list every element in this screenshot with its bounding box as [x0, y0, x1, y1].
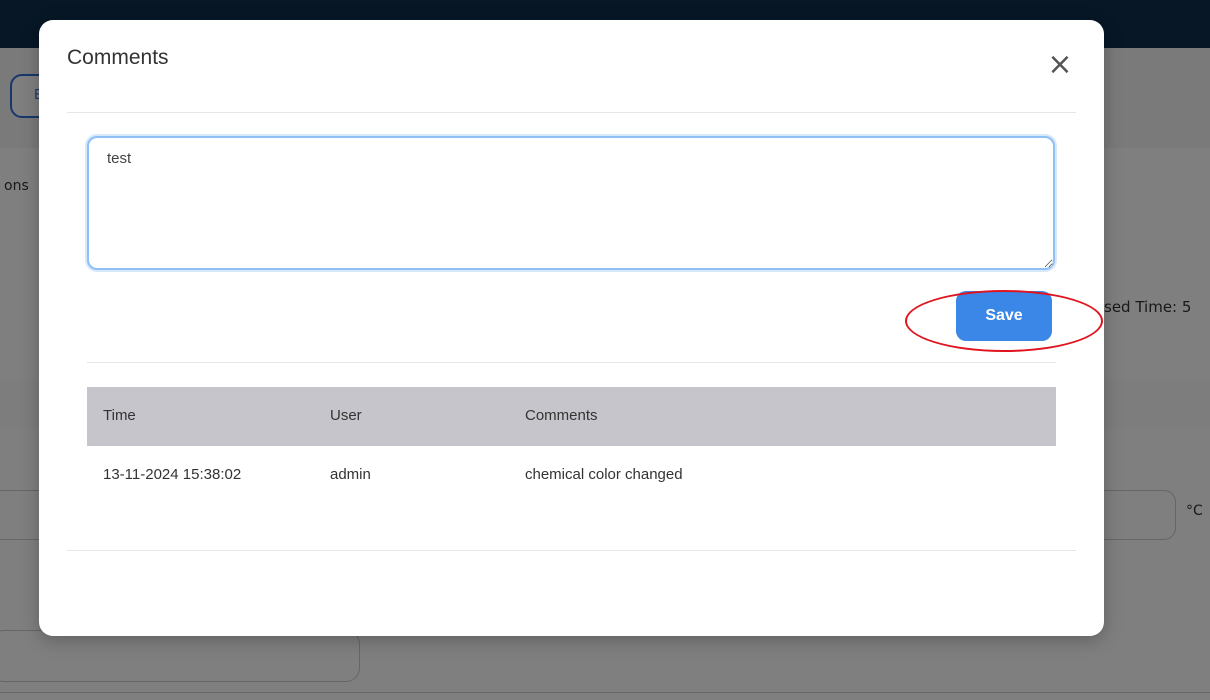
column-header-user: User [330, 407, 362, 424]
column-header-time: Time [103, 407, 136, 424]
comments-modal: Comments × test Save Time User Comments … [39, 20, 1104, 636]
table-header: Time User Comments [87, 387, 1056, 446]
divider [67, 550, 1076, 551]
close-icon[interactable]: × [1045, 50, 1075, 80]
divider [67, 112, 1076, 113]
save-button[interactable]: Save [956, 291, 1052, 341]
column-header-comments: Comments [525, 407, 598, 424]
cell-comment: chemical color changed [525, 466, 683, 483]
comment-input[interactable]: test [87, 136, 1055, 270]
comments-table: Time User Comments 13-11-2024 15:38:02 a… [87, 387, 1056, 510]
modal-title: Comments [67, 46, 169, 69]
cell-user: admin [330, 466, 371, 483]
table-row: 13-11-2024 15:38:02 admin chemical color… [87, 446, 1056, 510]
divider [87, 362, 1056, 363]
cell-time: 13-11-2024 15:38:02 [103, 466, 242, 483]
